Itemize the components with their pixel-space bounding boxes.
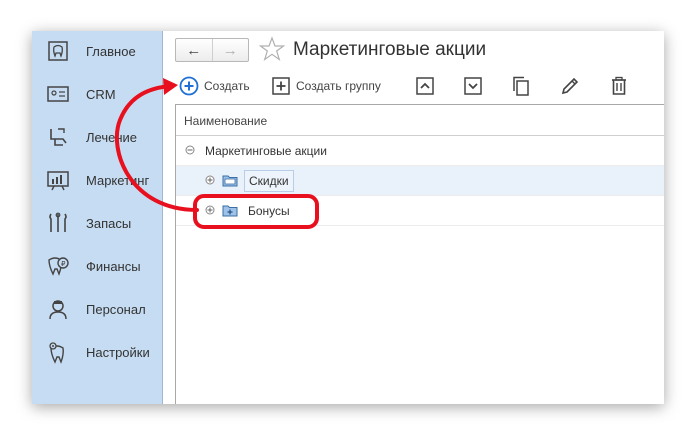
home-tooth-icon (48, 41, 68, 61)
crm-card-icon (47, 86, 69, 102)
sidebar-item-crm[interactable]: CRM (32, 76, 162, 112)
main-content: ← → Маркетинговые акции Создать Создать … (163, 31, 664, 404)
move-up-button[interactable] (415, 74, 435, 98)
table-row-root[interactable]: Маркетинговые акции (176, 136, 664, 166)
sidebar: Главное CRM Лечение Маркетинг Запасы ₽ Ф… (32, 31, 163, 404)
folder-icon (222, 175, 238, 187)
folder-add-icon (222, 205, 238, 217)
svg-text:₽: ₽ (61, 260, 66, 268)
sidebar-item-label: Запасы (86, 216, 132, 231)
dental-chair-icon (50, 128, 67, 146)
column-header-name[interactable]: Наименование (184, 114, 267, 128)
row-label: Скидки (244, 170, 294, 192)
items-table: Наименование Маркетинговые акции Скидки … (175, 104, 664, 404)
table-header: Наименование (176, 105, 664, 136)
doctor-icon (49, 300, 67, 320)
table-row-bonuses[interactable]: Бонусы (176, 196, 664, 226)
sidebar-item-label: Маркетинг (86, 173, 150, 188)
sidebar-item-treatment[interactable]: Лечение (32, 119, 162, 155)
sidebar-item-label: Персонал (86, 302, 146, 317)
arrow-left-icon: ← (186, 41, 202, 59)
sidebar-item-stock[interactable]: Запасы (32, 205, 162, 241)
trash-icon (612, 76, 626, 95)
sidebar-item-label: Лечение (86, 130, 138, 145)
edit-button[interactable] (560, 74, 580, 98)
row-label: Бонусы (248, 204, 290, 218)
sidebar-item-settings[interactable]: Настройки (32, 334, 162, 370)
tooth-coin-icon: ₽ (48, 257, 69, 276)
delete-button[interactable] (609, 74, 629, 98)
pencil-icon (561, 77, 579, 95)
sidebar-item-staff[interactable]: Персонал (32, 291, 162, 327)
copy-button[interactable] (511, 74, 531, 98)
expand-icon[interactable] (205, 205, 215, 215)
plus-circle-icon (179, 76, 199, 96)
move-down-button[interactable] (463, 74, 483, 98)
sidebar-item-label: Настройки (86, 345, 150, 360)
copy-icon (513, 76, 529, 96)
collapse-icon[interactable] (185, 145, 195, 155)
create-group-button[interactable]: Создать группу (271, 74, 381, 98)
sidebar-item-label: Главное (86, 44, 136, 59)
chart-board-icon (47, 171, 69, 191)
page-title: Маркетинговые акции (293, 39, 487, 60)
sidebar-item-home[interactable]: Главное (32, 33, 162, 69)
create-label: Создать (204, 79, 250, 93)
dental-tools-icon (49, 212, 67, 232)
chevron-up-square-icon (416, 77, 434, 95)
tooth-gear-icon (49, 342, 64, 364)
history-nav: ← → (175, 38, 249, 62)
create-button[interactable]: Создать (179, 74, 250, 98)
sidebar-item-label: Финансы (86, 259, 141, 274)
table-row-discounts[interactable]: Скидки (176, 166, 664, 196)
chevron-down-square-icon (464, 77, 482, 95)
expand-icon[interactable] (205, 175, 215, 185)
sidebar-item-marketing[interactable]: Маркетинг (32, 162, 162, 198)
sidebar-item-label: CRM (86, 87, 116, 102)
app-window: Главное CRM Лечение Маркетинг Запасы ₽ Ф… (32, 31, 664, 404)
favorite-star-icon[interactable] (259, 36, 285, 62)
forward-button[interactable]: → (213, 39, 249, 61)
plus-square-icon (272, 77, 290, 95)
arrow-right-icon: → (222, 41, 238, 59)
back-button[interactable]: ← (176, 39, 213, 61)
row-label: Маркетинговые акции (205, 144, 327, 158)
sidebar-item-finance[interactable]: ₽ Финансы (32, 248, 162, 284)
create-group-label: Создать группу (296, 79, 381, 93)
